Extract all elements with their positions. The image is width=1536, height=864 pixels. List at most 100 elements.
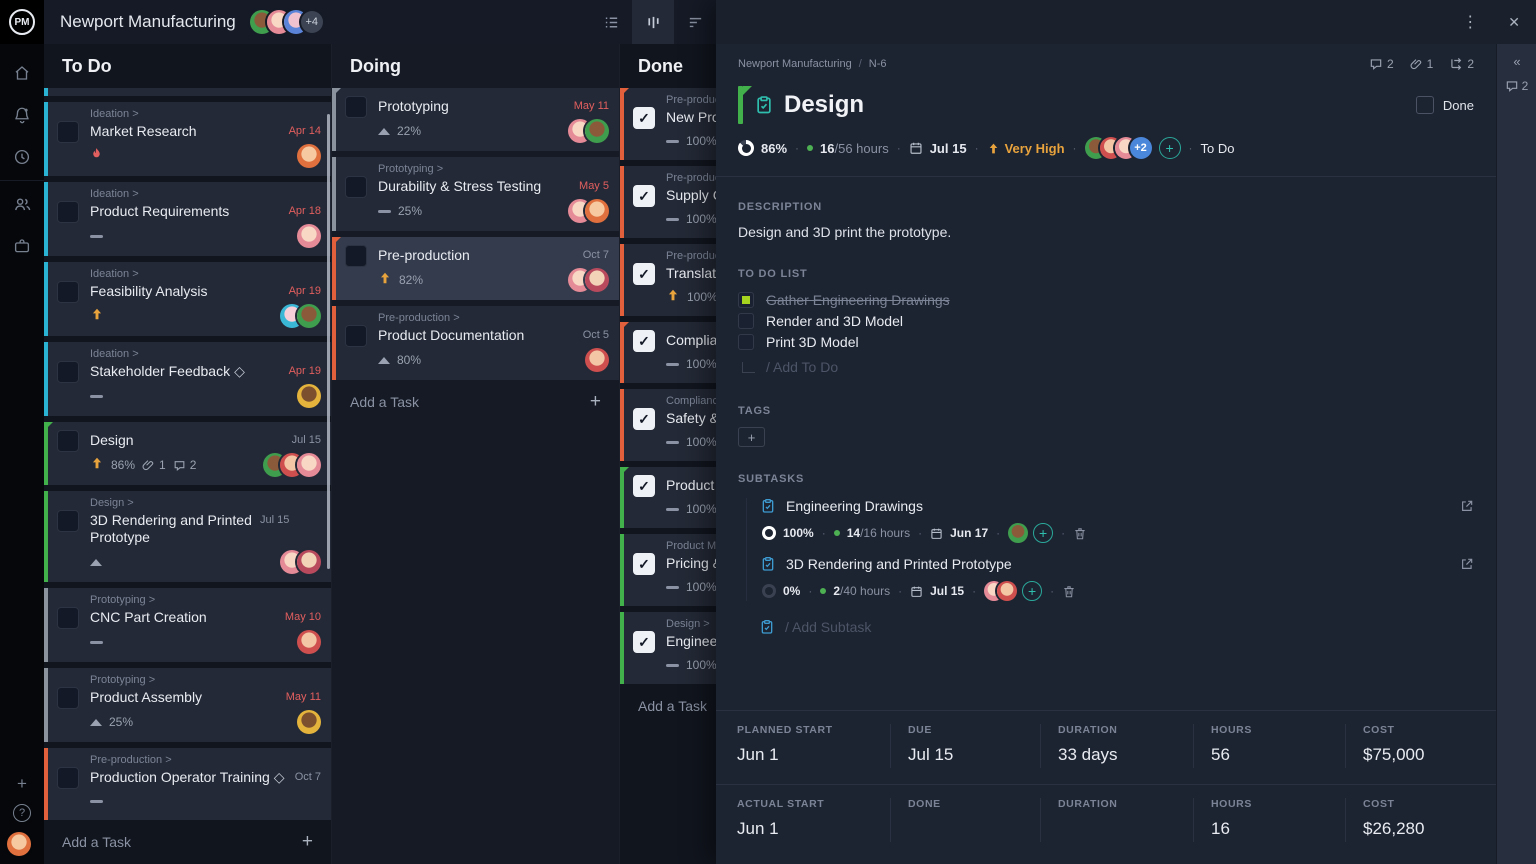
task-checkbox-checked[interactable] (633, 107, 655, 129)
task-checkbox[interactable] (345, 245, 367, 267)
avatar-overflow-badge[interactable]: +4 (301, 11, 323, 33)
add-todo-input[interactable]: / Add To Do (738, 359, 1474, 375)
notifications-bell-icon[interactable] (0, 94, 44, 136)
kebab-menu-icon[interactable]: ⋮ (1462, 12, 1478, 32)
attachment-count[interactable]: 1 (142, 458, 166, 472)
card-phase-breadcrumb[interactable]: Ideation > (90, 348, 321, 361)
card-phase-breadcrumb[interactable]: Pre-production > (90, 754, 321, 767)
card-phase-breadcrumb[interactable]: Ideation > (90, 188, 321, 201)
project-avatar-group[interactable]: +4 (250, 10, 323, 34)
delete-subtask-icon[interactable] (1073, 526, 1087, 541)
subtask-due-date[interactable]: Jul 15 (930, 584, 964, 598)
todo-item[interactable]: Print 3D Model (738, 334, 1474, 350)
recent-clock-icon[interactable] (0, 136, 44, 178)
app-logo[interactable]: PM (0, 0, 44, 44)
open-subtask-icon[interactable] (1460, 499, 1474, 513)
breadcrumb-project[interactable]: Newport Manufacturing (738, 58, 852, 70)
todo-checkbox[interactable] (738, 334, 754, 350)
help-icon[interactable] (13, 804, 31, 822)
card-phase-breadcrumb[interactable]: Ideation > (90, 268, 321, 281)
subtasks-count[interactable]: 2 (1449, 57, 1474, 71)
subtask-avatar-group[interactable]: + (984, 581, 1042, 601)
task-checkbox[interactable] (57, 510, 79, 532)
task-checkbox[interactable] (345, 96, 367, 118)
team-users-icon[interactable] (0, 183, 44, 225)
list-view-icon[interactable] (590, 0, 632, 44)
add-tag-button[interactable]: + (738, 427, 765, 447)
comments-tab[interactable]: 2 (1505, 79, 1529, 93)
task-card[interactable]: Ideation > Product Requirements Apr 18 (44, 182, 331, 256)
task-card[interactable]: Prototyping May 11 22% (332, 88, 619, 151)
status-value[interactable]: To Do (1201, 141, 1235, 156)
due-date[interactable]: Jul 15 (930, 141, 967, 156)
task-checkbox[interactable] (57, 767, 79, 789)
task-checkbox-checked[interactable] (633, 263, 655, 285)
comment-count[interactable]: 2 (173, 458, 197, 472)
card-phase-breadcrumb[interactable]: Prototyping > (90, 674, 321, 687)
task-checkbox[interactable] (57, 121, 79, 143)
task-card[interactable]: Ideation > Feasibility Analysis Apr 19 (44, 262, 331, 336)
card-phase-breadcrumb[interactable]: Prototyping > (378, 163, 609, 176)
collapse-panel-icon[interactable]: « (1513, 54, 1519, 69)
add-assignee-button[interactable]: + (1022, 581, 1042, 601)
add-subtask-input[interactable]: / Add Subtask (759, 619, 1474, 635)
subtask-title[interactable]: 3D Rendering and Printed Prototype (786, 556, 1012, 572)
close-panel-icon[interactable]: ✕ (1508, 14, 1520, 31)
task-checkbox-checked[interactable] (633, 553, 655, 575)
user-profile-avatar[interactable] (7, 832, 31, 856)
task-card[interactable]: Pre-production > Production Operator Tra… (44, 748, 331, 820)
add-assignee-button[interactable]: + (1159, 137, 1181, 159)
portfolio-briefcase-icon[interactable] (0, 225, 44, 267)
task-checkbox[interactable] (57, 281, 79, 303)
task-card[interactable]: Prototyping > Product Assembly May 11 25… (44, 668, 331, 742)
done-checkbox[interactable] (1416, 96, 1434, 114)
subtask-avatar-group[interactable]: + (1008, 523, 1053, 543)
priority-badge[interactable]: Very High (987, 141, 1065, 156)
task-checkbox[interactable] (57, 201, 79, 223)
sidebar-add-icon[interactable]: + (17, 774, 27, 794)
task-checkbox[interactable] (57, 687, 79, 709)
column-scrollbar[interactable] (327, 114, 330, 569)
delete-subtask-icon[interactable] (1062, 584, 1076, 599)
subtask-item[interactable]: 3D Rendering and Printed Prototype 0% · … (760, 556, 1474, 601)
task-card-design[interactable]: Design Jul 15 86% 1 2 (44, 422, 331, 485)
todo-checkbox-checked[interactable] (738, 292, 754, 308)
task-checkbox-checked[interactable] (633, 408, 655, 430)
task-card[interactable]: Design > 3D Rendering and Printed Protot… (44, 491, 331, 582)
add-task-button[interactable]: Add a Task+ (332, 380, 619, 424)
task-checkbox-checked[interactable] (633, 330, 655, 352)
assignee-overflow-badge[interactable]: +2 (1130, 137, 1152, 159)
card-phase-breadcrumb[interactable]: Prototyping > (90, 594, 321, 607)
subtask-title[interactable]: Engineering Drawings (786, 498, 923, 514)
add-assignee-button[interactable]: + (1033, 523, 1053, 543)
task-checkbox[interactable] (57, 361, 79, 383)
task-checkbox[interactable] (57, 430, 79, 452)
todo-checkbox[interactable] (738, 313, 754, 329)
task-checkbox[interactable] (345, 325, 367, 347)
card-phase-breadcrumb[interactable]: Ideation > (90, 108, 321, 121)
task-card-partial[interactable] (44, 88, 331, 96)
task-checkbox-checked[interactable] (633, 475, 655, 497)
mark-done-control[interactable]: Done (1416, 96, 1474, 114)
task-card-selected[interactable]: Pre-production Oct 7 82% (332, 237, 619, 300)
add-task-button[interactable]: Add a Task+ (44, 820, 331, 864)
card-phase-breadcrumb[interactable]: Pre-production > (378, 312, 609, 325)
task-card[interactable]: Prototyping > Durability & Stress Testin… (332, 157, 619, 231)
comments-count[interactable]: 2 (1369, 57, 1394, 71)
home-icon[interactable] (0, 52, 44, 94)
task-checkbox-checked[interactable] (633, 185, 655, 207)
subtask-item[interactable]: Engineering Drawings 100% · 14/16 hours … (760, 498, 1474, 543)
todo-item[interactable]: Render and 3D Model (738, 313, 1474, 329)
subtask-due-date[interactable]: Jun 17 (950, 526, 988, 540)
assignee-avatar-group[interactable]: +2 + (1085, 137, 1181, 159)
open-subtask-icon[interactable] (1460, 557, 1474, 571)
task-card[interactable]: Ideation > Stakeholder Feedback◇ Apr 19 (44, 342, 331, 416)
task-card[interactable]: Pre-production > Product Documentation O… (332, 306, 619, 380)
board-view-icon[interactable] (632, 0, 674, 44)
task-checkbox[interactable] (57, 607, 79, 629)
task-checkbox-checked[interactable] (633, 631, 655, 653)
card-phase-breadcrumb[interactable]: Design > (90, 497, 321, 510)
task-card[interactable]: Prototyping > CNC Part Creation May 10 (44, 588, 331, 662)
todo-item[interactable]: Gather Engineering Drawings (738, 292, 1474, 308)
task-checkbox[interactable] (345, 176, 367, 198)
